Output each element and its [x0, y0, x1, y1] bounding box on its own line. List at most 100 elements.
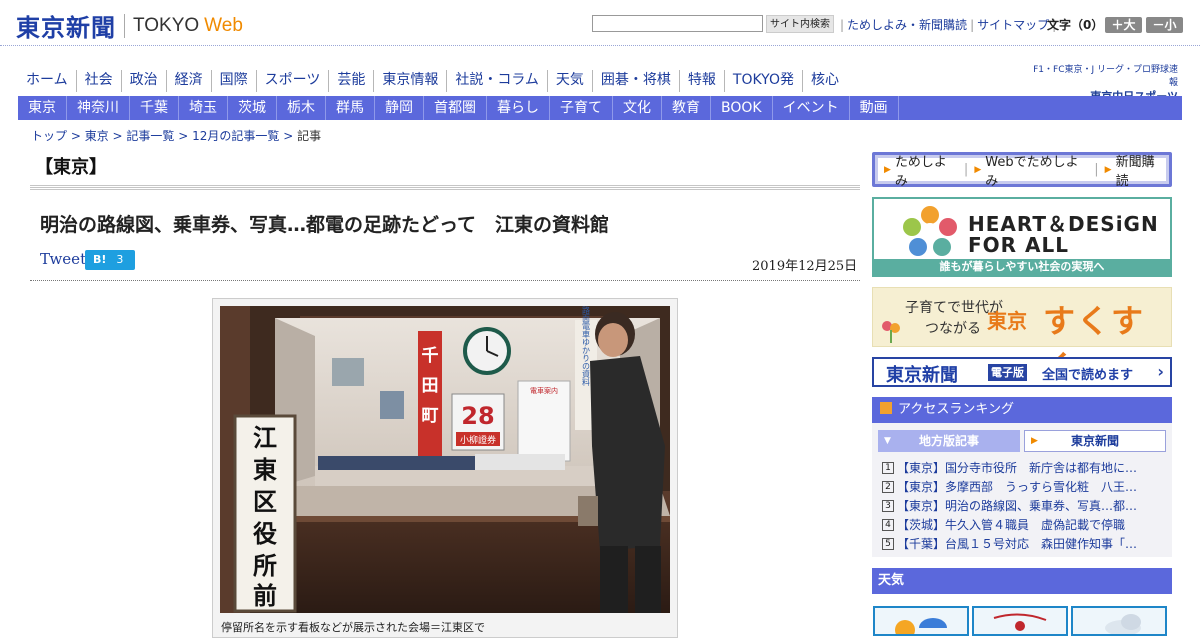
nav-politics[interactable]: 政治 — [120, 70, 166, 92]
red-sign-char-3: 町 — [422, 406, 439, 426]
nav-editorial-column[interactable]: 社説・コラム — [446, 70, 547, 92]
tweet-button[interactable]: Tweet — [40, 250, 86, 268]
cloud-icon — [1105, 614, 1141, 636]
region-book[interactable]: BOOK — [711, 96, 773, 120]
breadcrumb-december-list[interactable]: 12月の記事一覧 — [192, 129, 279, 143]
region-gunma[interactable]: 群馬 — [326, 96, 375, 120]
subscribe-links-inner: ▶ ためしよみ | ▶ Webでためしよみ | ▶ 新聞購読 — [878, 155, 1166, 189]
article-photo-frame: 千 田 町 28 小柳證券 電車案内 路面電車ゆかりの資料 江 東 区 役 所 … — [212, 298, 678, 638]
stop-sign-char-1: 江 — [253, 424, 277, 452]
region-education[interactable]: 教育 — [662, 96, 711, 120]
web-trial-link[interactable]: Webでためしよみ — [985, 151, 1088, 189]
stop-sign-char-4: 役 — [253, 520, 277, 548]
nav-weather[interactable]: 天気 — [546, 70, 592, 92]
ranking-item[interactable]: 2 【東京】多摩西部 うっすら雪化粧 八王… — [882, 478, 1167, 497]
nav-sports[interactable]: スポーツ — [255, 70, 329, 92]
weather-tile-cloud[interactable] — [1071, 606, 1167, 636]
weather-header: 天気 — [872, 568, 1172, 594]
nav-international[interactable]: 国際 — [210, 70, 256, 92]
ranking-item-text: 【東京】明治の路線図、乗車券、写真…都… — [897, 499, 1138, 513]
site-logo[interactable]: 東京新聞 TOKYO Web — [16, 8, 243, 43]
nav-economy[interactable]: 経済 — [165, 70, 211, 92]
header-link-separator: | — [840, 18, 845, 32]
ranking-item[interactable]: 4 【茨城】牛久入管４職員 虚偽記載で停職 — [882, 516, 1167, 535]
nav-society[interactable]: 社会 — [75, 70, 121, 92]
region-tokyo[interactable]: 東京 — [18, 96, 67, 120]
site-search-input[interactable] — [592, 15, 763, 32]
breadcrumb-article-list[interactable]: 記事一覧 — [126, 129, 174, 143]
ranking-item[interactable]: 5 【千葉】台風１５号対応 森田健作知事「… — [882, 535, 1167, 554]
chunichi-tagline: F1・FC東京・J リーグ・プロ野球速報 — [1033, 65, 1178, 88]
stop-sign-char-5: 所 — [253, 552, 277, 580]
flower-icon — [882, 321, 900, 343]
weather-map-icon — [993, 613, 1047, 631]
stop-sign-char-6: 前 — [253, 582, 277, 610]
heart-design-slogan: 誰もが暮らしやすい社会の実現へ — [874, 259, 1170, 275]
photo-illustration: 千 田 町 28 小柳證券 電車案内 路面電車ゆかりの資料 江 東 区 役 所 … — [220, 306, 670, 613]
nav-kakushin[interactable]: 核心 — [801, 70, 847, 92]
ranking-item[interactable]: 3 【東京】明治の路線図、乗車券、写真…都… — [882, 497, 1167, 516]
ranking-list: 1 【東京】国分寺市役所 新庁舎は都有地に… 2 【東京】多摩西部 うっすら雪化粧 … — [882, 459, 1167, 554]
region-parenting[interactable]: 子育て — [550, 96, 613, 120]
rank-number: 1 — [882, 462, 894, 474]
header-link-sitemap[interactable]: サイトマップ — [977, 18, 1049, 32]
logo-web: Web — [204, 14, 243, 36]
ranking-title: アクセスランキング — [898, 402, 1014, 417]
main-nav: ホーム 社会 政治 経済 国際 スポーツ 芸能 東京情報 社説・コラム 天気 囲… — [18, 70, 847, 92]
weather-tile-sun-umbrella[interactable] — [873, 606, 969, 638]
region-chiba[interactable]: 千葉 — [130, 96, 179, 120]
nav-go-shogi[interactable]: 囲碁・将棋 — [591, 70, 679, 92]
font-size-label: 文字（0） — [1047, 18, 1104, 32]
arrow-right-icon: ▶ — [974, 164, 982, 175]
sukusuku-tokyo: 東京 — [987, 309, 1027, 333]
breadcrumb: トップ > 東京 > 記事一覧 > 12月の記事一覧 > 記事 — [31, 129, 322, 143]
region-shizuoka[interactable]: 静岡 — [375, 96, 424, 120]
board-text: 電車案内 — [530, 386, 558, 395]
header-link-trial-subscribe[interactable]: ためしよみ・新聞購読 — [847, 18, 967, 32]
breadcrumb-top[interactable]: トップ — [31, 129, 67, 143]
region-culture[interactable]: 文化 — [613, 96, 662, 120]
digital-edition-badge: 電子版 — [988, 364, 1027, 381]
region-kanagawa[interactable]: 神奈川 — [67, 96, 130, 120]
display-title-text: 路面電車ゆかりの資料 — [582, 306, 591, 387]
region-shutoken[interactable]: 首都圏 — [424, 96, 487, 120]
font-larger-button[interactable]: ＋大 — [1105, 17, 1142, 33]
ranking-tab-tokyo-shimbun[interactable]: ▶ 東京新聞 — [1024, 430, 1166, 452]
link-separator: | — [963, 162, 969, 177]
weather-tile-map[interactable] — [972, 606, 1068, 636]
link-separator: | — [1094, 162, 1099, 177]
region-living[interactable]: 暮らし — [487, 96, 550, 120]
hatena-bookmark-button[interactable]: B! 3 — [85, 250, 135, 270]
ranking-item[interactable]: 1 【東京】国分寺市役所 新庁舎は都有地に… — [882, 459, 1167, 478]
breadcrumb-tokyo[interactable]: 東京 — [85, 129, 109, 143]
region-ibaraki[interactable]: 茨城 — [228, 96, 277, 120]
subscribe-links-box: ▶ ためしよみ | ▶ Webでためしよみ | ▶ 新聞購読 — [872, 152, 1172, 189]
red-sign-char-1: 千 — [422, 346, 439, 366]
region-tochigi[interactable]: 栃木 — [277, 96, 326, 120]
sukusuku-banner[interactable]: 子育てで世代が つながる 東京 すくすく — [872, 287, 1172, 386]
nav-special-report[interactable]: 特報 — [678, 70, 724, 92]
section-divider — [30, 184, 860, 190]
tab-marker-icon: ▶ — [1031, 436, 1038, 446]
ranking-square-icon — [880, 402, 892, 414]
nav-home[interactable]: ホーム — [18, 70, 76, 92]
nav-entertainment[interactable]: 芸能 — [328, 70, 373, 92]
heart-design-title-2: FOR ALL — [968, 233, 1069, 257]
header-link-separator: | — [970, 18, 975, 32]
font-smaller-button[interactable]: －小 — [1146, 17, 1183, 33]
nav-tokyo-info[interactable]: 東京情報 — [373, 70, 446, 92]
heart-design-banner[interactable]: HEART＆DESiGN FOR ALL 誰もが暮らしやすい社会の実現へ — [872, 197, 1172, 277]
article-photo[interactable]: 千 田 町 28 小柳證券 電車案内 路面電車ゆかりの資料 江 東 区 役 所 … — [220, 306, 670, 613]
ranking-tab-local[interactable]: ▼ 地方版記事 — [878, 430, 1020, 452]
region-saitama[interactable]: 埼玉 — [179, 96, 228, 120]
trial-link[interactable]: ためしよみ — [895, 151, 958, 189]
header-links: | ためしよみ・新聞購読 | サイトマップ | — [837, 16, 1059, 33]
logo-japanese: 東京新聞 — [16, 13, 116, 42]
nav-tokyo-hatsu[interactable]: TOKYO発 — [723, 70, 802, 92]
ranking-item-text: 【東京】多摩西部 うっすら雪化粧 八王… — [897, 480, 1138, 494]
digital-edition-banner[interactable]: 東京新聞 電子版 全国で読めます › — [872, 357, 1172, 387]
region-event[interactable]: イベント — [773, 96, 850, 120]
site-search-button[interactable]: サイト内検索 — [766, 15, 834, 33]
subscribe-link[interactable]: 新聞購読 — [1116, 151, 1166, 189]
region-video[interactable]: 動画 — [850, 96, 899, 120]
